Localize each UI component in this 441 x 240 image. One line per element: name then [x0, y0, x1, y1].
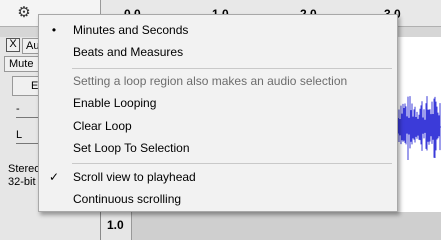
track-background[interactable] [132, 212, 441, 240]
track-close-button[interactable]: X [6, 38, 20, 52]
menu-item-beats-measures[interactable]: Beats and Measures [40, 41, 396, 63]
track-format-bitdepth: 32-bit [8, 176, 36, 188]
menu-item-loop-selection-info: Setting a loop region also makes an audi… [40, 70, 396, 92]
gain-label: - [16, 103, 20, 115]
menu-item-label: Continuous scrolling [73, 192, 182, 206]
gain-slider[interactable] [16, 117, 38, 118]
menu-item-label: Setting a loop region also makes an audi… [73, 74, 348, 88]
menu-item-label: Enable Looping [73, 96, 157, 110]
menu-item-set-loop-to-selection[interactable]: Set Loop To Selection [40, 137, 396, 159]
menu-separator [72, 163, 392, 164]
menu-item-minutes-seconds[interactable]: • Minutes and Seconds [40, 19, 396, 41]
pan-slider[interactable] [16, 143, 38, 144]
menu-item-label: Clear Loop [73, 119, 132, 133]
checkmark-icon: ✓ [48, 170, 60, 184]
menu-item-label: Minutes and Seconds [73, 23, 189, 37]
track-format-channels: Stereo [8, 163, 41, 175]
menu-item-label: Set Loop To Selection [73, 141, 190, 155]
menu-separator [72, 68, 392, 69]
menu-item-enable-looping[interactable]: Enable Looping [40, 92, 396, 114]
timeline-options-menu: • Minutes and Seconds Beats and Measures… [38, 14, 398, 212]
menu-item-clear-loop[interactable]: Clear Loop [40, 115, 396, 137]
audacity-window: ⚙ 0.0 1.0 2.0 3.0 X Au Mute E - L Stereo… [0, 0, 441, 240]
menu-item-continuous-scrolling[interactable]: Continuous scrolling [40, 188, 396, 210]
menu-item-label: Beats and Measures [73, 45, 184, 59]
menu-item-label: Scroll view to playhead [73, 170, 196, 184]
vertical-ruler: 1.0 [101, 212, 132, 240]
radio-bullet-icon: • [51, 23, 57, 37]
pan-label: L [16, 129, 23, 141]
menu-item-scroll-view-to-playhead[interactable]: ✓ Scroll view to playhead [40, 166, 396, 188]
gear-icon[interactable]: ⚙ [14, 4, 34, 22]
vertical-ruler-label: 1.0 [107, 218, 124, 232]
